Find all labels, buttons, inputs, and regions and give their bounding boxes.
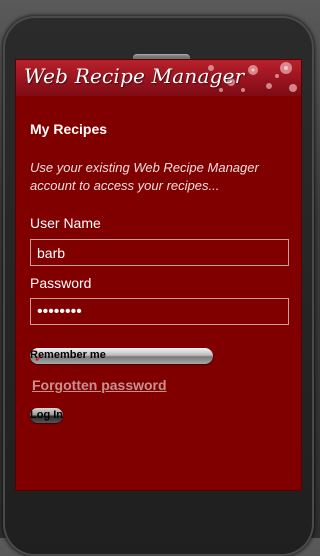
page-title: My Recipes [30,121,108,137]
header-banner: Web Recipe Manager [16,60,301,96]
login-button-label: Log In [30,409,63,421]
forgotten-password-link[interactable]: Forgotten password [32,377,167,393]
app-logo: Web Recipe Manager [24,64,245,88]
login-button[interactable]: Log In [30,408,63,423]
username-field[interactable] [30,239,289,266]
remember-me-toggle[interactable]: ✓ Remember me [30,348,213,364]
username-label: User Name [30,215,101,231]
remember-me-label: Remember me [30,349,106,361]
password-field[interactable]: •••••••• [30,298,289,325]
password-label: Password [30,275,92,291]
app-screen: Web Recipe Manager My Recipes Use your e… [15,59,302,491]
intro-text: Use your existing Web Recipe Manager acc… [30,160,259,193]
